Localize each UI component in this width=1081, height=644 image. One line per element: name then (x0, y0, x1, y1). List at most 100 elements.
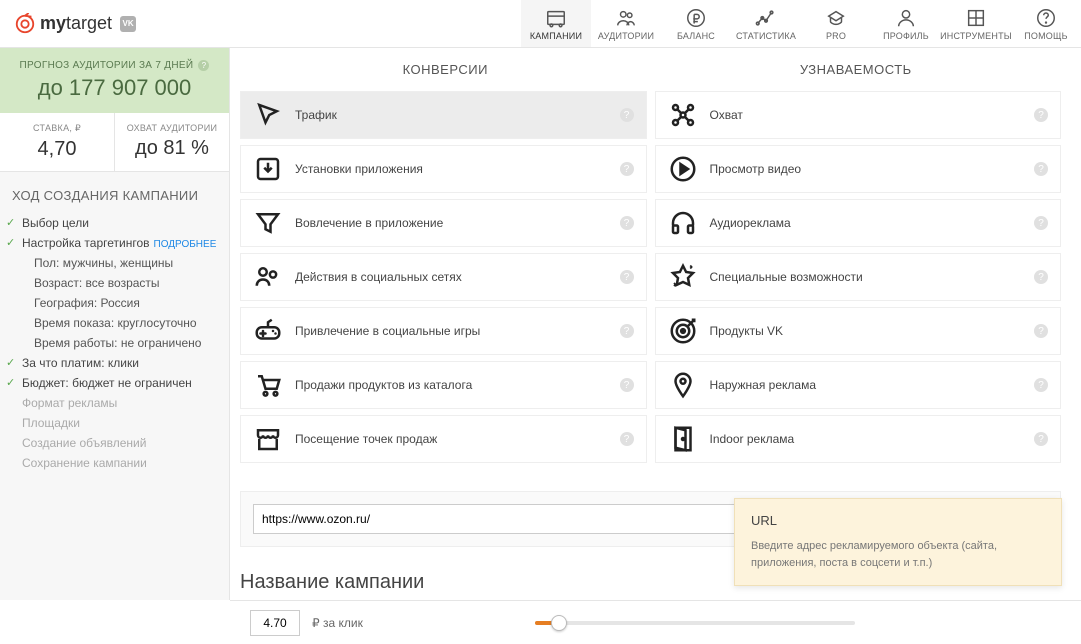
stat-value: до 81 % (119, 137, 225, 160)
bid-slider[interactable] (535, 621, 855, 625)
goals-grid: Трафик? Установки приложения? Вовлечение… (240, 91, 1061, 463)
help-icon[interactable]: ? (1034, 270, 1048, 284)
help-icon[interactable]: ? (1034, 432, 1048, 446)
goal-tabs: КОНВЕРСИИ УЗНАВАЕМОСТЬ (240, 48, 1061, 91)
goal-video[interactable]: Просмотр видео? (655, 145, 1062, 193)
goals-col-awareness: Охват? Просмотр видео? Аудиореклама? Спе… (655, 91, 1062, 463)
nav-label: АУДИТОРИИ (598, 31, 654, 41)
funnel-icon (253, 208, 283, 238)
help-icon[interactable]: ? (620, 216, 634, 230)
goal-audio[interactable]: Аудиореклама? (655, 199, 1062, 247)
nav-profile[interactable]: ПРОФИЛЬ (871, 0, 941, 47)
tab-conversions[interactable]: КОНВЕРСИИ (240, 48, 651, 91)
progress-item-creatives: Создание объявлений (12, 433, 217, 453)
help-icon[interactable]: ? (1034, 378, 1048, 392)
network-icon (668, 100, 698, 130)
goal-vk-products[interactable]: Продукты VK? (655, 307, 1062, 355)
goal-label: Привлечение в социальные игры (295, 324, 480, 338)
goal-engagement[interactable]: Вовлечение в приложение? (240, 199, 647, 247)
nav-campaigns[interactable]: КАМПАНИИ (521, 0, 591, 47)
goal-store-visits[interactable]: Посещение точек продаж? (240, 415, 647, 463)
goal-installs[interactable]: Установки приложения? (240, 145, 647, 193)
goal-reach[interactable]: Охват? (655, 91, 1062, 139)
nav-label: БАЛАНС (677, 31, 715, 41)
sidebar: ПРОГНОЗ АУДИТОРИИ ЗА 7 ДНЕЙ ? до 177 907… (0, 48, 230, 600)
nav-label: ИНСТРУМЕНТЫ (940, 31, 1012, 41)
forecast-value: до 177 907 000 (10, 75, 219, 101)
tab-awareness[interactable]: УЗНАВАЕМОСТЬ (651, 48, 1062, 91)
goals-col-conversions: Трафик? Установки приложения? Вовлечение… (240, 91, 647, 463)
logo-icon (14, 13, 36, 35)
bid-slider-wrap (375, 621, 1061, 625)
store-icon (253, 424, 283, 454)
help-icon[interactable]: ? (198, 60, 209, 71)
goal-label: Охват (710, 108, 743, 122)
progress-item-placements: Площадки (12, 413, 217, 433)
people-icon (253, 262, 283, 292)
help-icon[interactable]: ? (1034, 108, 1048, 122)
progress-sub-worktime: Время работы: не ограничено (12, 333, 217, 353)
goal-outdoor[interactable]: Наружная реклама? (655, 361, 1062, 409)
help-icon (1034, 7, 1058, 29)
nav-help[interactable]: ПОМОЩЬ (1011, 0, 1081, 47)
goal-label: Трафик (295, 108, 337, 122)
progress-sub-gender: Пол: мужчины, женщины (12, 253, 217, 273)
help-icon[interactable]: ? (620, 324, 634, 338)
nav-balance[interactable]: БАЛАНС (661, 0, 731, 47)
nav-tools[interactable]: ИНСТРУМЕНТЫ (941, 0, 1011, 47)
nav-label: СТАТИСТИКА (736, 31, 796, 41)
logo[interactable]: mytarget VK (14, 13, 136, 35)
progress-item-targeting[interactable]: Настройка таргетинговПОДРОБНЕЕ (12, 233, 217, 253)
nav-audiences[interactable]: АУДИТОРИИ (591, 0, 661, 47)
nav-label: ПРОФИЛЬ (883, 31, 929, 41)
stat-label: СТАВКА, ₽ (4, 123, 110, 134)
goal-label: Установки приложения (295, 162, 423, 176)
bottom-bar: ₽ за клик (230, 600, 1081, 644)
goal-social-actions[interactable]: Действия в социальных сетях? (240, 253, 647, 301)
progress-item-goal[interactable]: Выбор цели (12, 213, 217, 233)
forecast-panel: ПРОГНОЗ АУДИТОРИИ ЗА 7 ДНЕЙ ? до 177 907… (0, 48, 229, 113)
more-link[interactable]: ПОДРОБНЕЕ (154, 239, 217, 250)
door-icon (668, 424, 698, 454)
tooltip-title: URL (751, 513, 1045, 528)
slider-thumb[interactable] (551, 615, 567, 631)
help-icon[interactable]: ? (1034, 216, 1048, 230)
stat-bid: СТАВКА, ₽ 4,70 (0, 113, 114, 171)
help-icon[interactable]: ? (620, 108, 634, 122)
help-icon[interactable]: ? (620, 270, 634, 284)
pro-icon (824, 7, 848, 29)
progress-item-pay[interactable]: За что платим: клики (12, 353, 217, 373)
nav-statistics[interactable]: СТАТИСТИКА (731, 0, 801, 47)
progress-list: Выбор цели Настройка таргетинговПОДРОБНЕ… (0, 213, 229, 473)
nav-pro[interactable]: PRO (801, 0, 871, 47)
goal-social-games[interactable]: Привлечение в социальные игры? (240, 307, 647, 355)
help-icon[interactable]: ? (1034, 162, 1048, 176)
progress-item-save: Сохранение кампании (12, 453, 217, 473)
progress-item-budget[interactable]: Бюджет: бюджет не ограничен (12, 373, 217, 393)
help-icon[interactable]: ? (620, 432, 634, 446)
bid-input[interactable] (250, 610, 300, 636)
forecast-title: ПРОГНОЗ АУДИТОРИИ ЗА 7 ДНЕЙ ? (10, 60, 219, 71)
goal-label: Indoor реклама (710, 432, 795, 446)
headphones-icon (668, 208, 698, 238)
progress-sub-geo: География: Россия (12, 293, 217, 313)
url-tooltip: URL Введите адрес рекламируемого объекта… (734, 498, 1062, 586)
help-icon[interactable]: ? (620, 378, 634, 392)
profile-icon (894, 7, 918, 29)
goal-traffic[interactable]: Трафик? (240, 91, 647, 139)
tools-icon (964, 7, 988, 29)
help-icon[interactable]: ? (620, 162, 634, 176)
goal-special[interactable]: Специальные возможности? (655, 253, 1062, 301)
audiences-icon (614, 7, 638, 29)
target-icon (668, 316, 698, 346)
goal-indoor[interactable]: Indoor реклама? (655, 415, 1062, 463)
goal-label: Наружная реклама (710, 378, 817, 392)
balance-icon (684, 7, 708, 29)
stat-reach: ОХВАТ АУДИТОРИИ до 81 % (114, 113, 229, 171)
pin-icon (668, 370, 698, 400)
help-icon[interactable]: ? (1034, 324, 1048, 338)
stat-value: 4,70 (4, 138, 110, 161)
bid-currency-label: ₽ за клик (312, 616, 363, 630)
goal-catalog-sales[interactable]: Продажи продуктов из каталога? (240, 361, 647, 409)
app-header: mytarget VK КАМПАНИИ АУДИТОРИИ БАЛАНС СТ… (0, 0, 1081, 48)
